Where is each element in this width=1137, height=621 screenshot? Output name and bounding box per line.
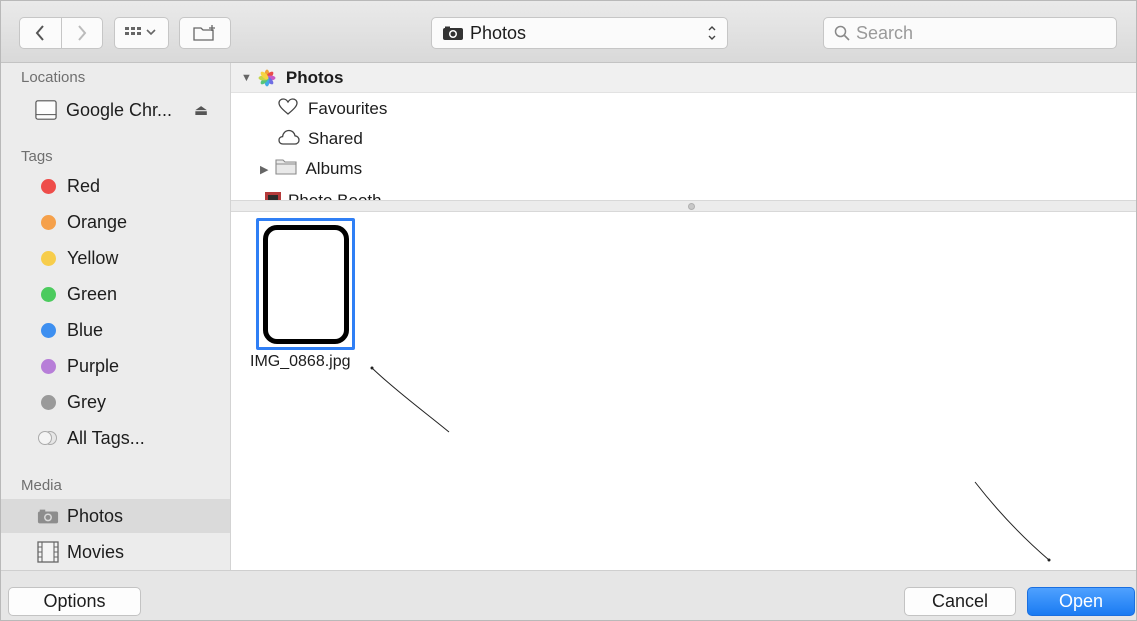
disk-icon xyxy=(35,99,57,121)
sidebar-item-label: Green xyxy=(67,283,118,304)
disclosure-open-icon[interactable]: ▼ xyxy=(241,72,252,84)
tag-dot-icon xyxy=(37,211,59,233)
sidebar-tag-blue[interactable]: Blue xyxy=(1,313,230,347)
sidebar-tag-yellow[interactable]: Yellow xyxy=(1,241,230,275)
photos-app-icon xyxy=(258,69,276,87)
outline-root-label: Photos xyxy=(285,67,344,87)
film-icon xyxy=(37,541,59,563)
file-browser: IMG_0868.jpg xyxy=(231,212,1136,570)
view-mode-button[interactable] xyxy=(114,17,169,49)
image-thumbnail xyxy=(263,225,349,344)
back-forward-group xyxy=(19,17,103,49)
tags-header: Tags xyxy=(21,148,53,165)
location-label: Photos xyxy=(470,22,527,43)
sidebar-item-label: All Tags... xyxy=(67,427,145,448)
dialog-footer: Options Cancel Open xyxy=(1,570,1136,620)
outline-view: ▼ Photos Favourites Shared ▶ Albums Phot… xyxy=(231,63,1136,201)
back-button[interactable] xyxy=(20,18,61,48)
open-button[interactable]: Open xyxy=(1027,587,1135,616)
sidebar-all-tags[interactable]: All Tags... xyxy=(1,421,230,455)
sidebar: Locations Google Chr... ⏏ Tags Red Orang… xyxy=(1,63,231,570)
cloud-icon xyxy=(278,129,300,150)
sidebar-tag-grey[interactable]: Grey xyxy=(1,385,230,419)
eject-icon[interactable]: ⏏ xyxy=(194,101,208,119)
split-view-divider[interactable] xyxy=(231,200,1136,212)
sidebar-item-label: Purple xyxy=(67,355,120,376)
file-thumbnail-selected[interactable] xyxy=(256,218,355,350)
outline-item-label: Shared xyxy=(308,129,363,148)
sidebar-tag-red[interactable]: Red xyxy=(1,169,230,203)
location-popup[interactable]: Photos xyxy=(431,17,728,49)
camera-icon xyxy=(37,505,59,527)
sidebar-item-google-chrome[interactable]: Google Chr... ⏏ xyxy=(1,93,230,127)
file-name-label[interactable]: IMG_0868.jpg xyxy=(250,353,351,371)
sidebar-item-label: Photos xyxy=(67,505,124,526)
grid-view-icon xyxy=(124,27,156,36)
outline-item-label: Favourites xyxy=(308,99,388,118)
search-field[interactable]: Search xyxy=(823,17,1117,49)
open-file-dialog: Photos Search Locations Google Chr... ⏏ … xyxy=(0,0,1137,621)
toolbar: Photos Search xyxy=(1,1,1136,63)
sidebar-item-label: Google Chr... xyxy=(66,99,173,120)
heart-icon xyxy=(278,97,300,121)
folder-icon xyxy=(275,158,298,180)
search-placeholder: Search xyxy=(856,22,914,43)
tag-dot-icon xyxy=(37,247,59,269)
camera-icon xyxy=(443,26,463,40)
disclosure-closed-icon[interactable]: ▶ xyxy=(260,163,268,176)
tag-dot-icon xyxy=(37,175,59,197)
chevron-left-icon xyxy=(35,25,45,41)
sidebar-tag-orange[interactable]: Orange xyxy=(1,205,230,239)
chevron-right-icon xyxy=(77,25,87,41)
all-tags-icon xyxy=(37,427,59,449)
forward-button[interactable] xyxy=(60,18,103,48)
sidebar-item-label: Blue xyxy=(67,319,104,340)
divider-handle[interactable] xyxy=(688,203,695,210)
outline-item-shared[interactable]: Shared xyxy=(231,124,1136,154)
new-folder-icon xyxy=(193,25,215,41)
tag-dot-icon xyxy=(37,319,59,341)
sidebar-tag-green[interactable]: Green xyxy=(1,277,230,311)
tag-dot-icon xyxy=(37,355,59,377)
options-button[interactable]: Options xyxy=(8,587,141,616)
sidebar-tag-purple[interactable]: Purple xyxy=(1,349,230,383)
sidebar-item-photos[interactable]: Photos xyxy=(1,499,230,533)
media-header: Media xyxy=(21,477,62,494)
cancel-button[interactable]: Cancel xyxy=(904,587,1016,616)
sidebar-item-movies[interactable]: Movies xyxy=(1,535,230,569)
tag-dot-icon xyxy=(37,391,59,413)
new-folder-button[interactable] xyxy=(179,17,231,49)
outline-root-row[interactable]: ▼ Photos xyxy=(231,63,1136,93)
updown-chevron-icon xyxy=(707,23,717,44)
outline-item-label: Albums xyxy=(305,159,363,178)
search-icon xyxy=(834,25,850,41)
outline-item-photo-booth[interactable]: Photo Booth xyxy=(231,186,1136,201)
outline-item-favourites[interactable]: Favourites xyxy=(231,94,1136,124)
tag-dot-icon xyxy=(37,283,59,305)
sidebar-item-label: Grey xyxy=(67,391,107,412)
outline-item-albums[interactable]: ▶ Albums xyxy=(231,154,1136,184)
sidebar-item-label: Yellow xyxy=(67,247,119,268)
locations-header: Locations xyxy=(21,69,86,86)
sidebar-item-label: Orange xyxy=(67,211,128,232)
sidebar-item-label: Movies xyxy=(67,541,125,562)
sidebar-item-label: Red xyxy=(67,175,101,196)
